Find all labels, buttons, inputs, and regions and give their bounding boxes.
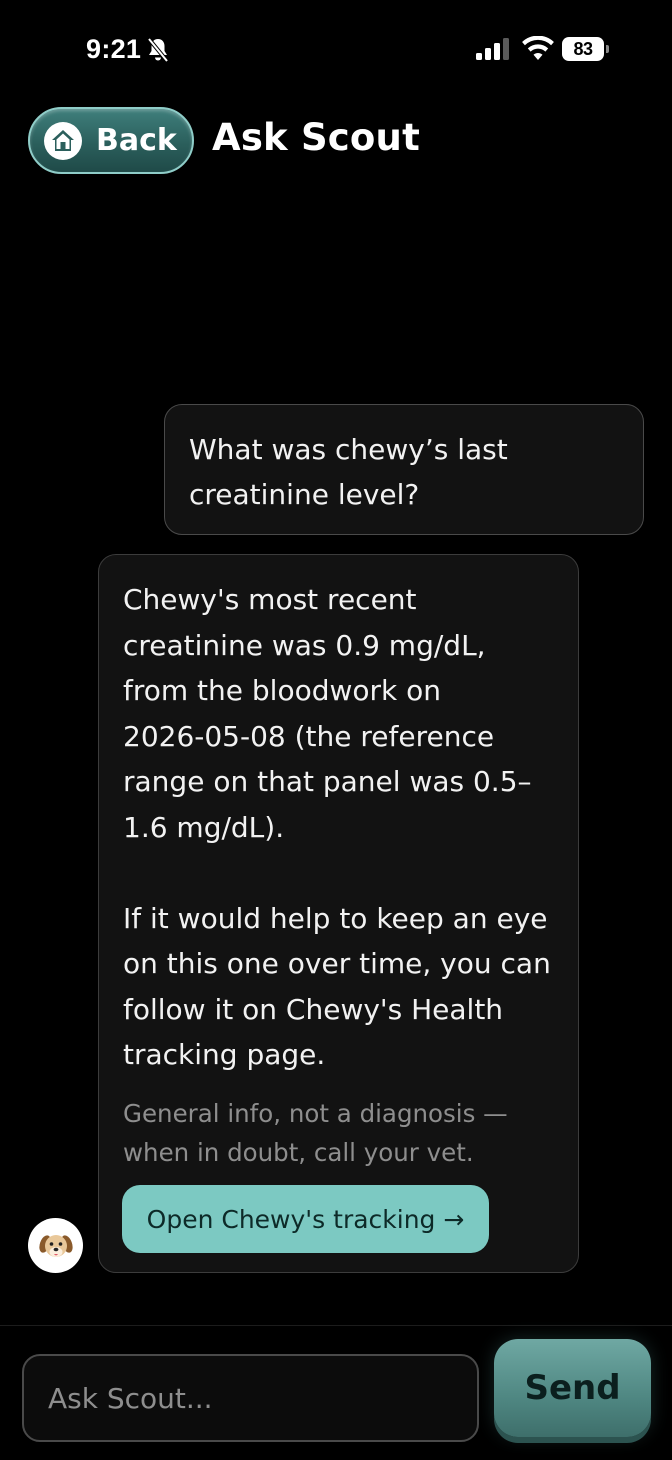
battery-percent: 83 xyxy=(573,38,593,59)
dog-avatar-icon xyxy=(28,1218,83,1273)
assistant-message-paragraph: Chewy's most recent creatinine was 0.9 m… xyxy=(123,583,532,844)
send-button[interactable]: Send xyxy=(494,1339,651,1437)
bell-slash-icon xyxy=(147,37,169,63)
user-message-text: What was chewy’s last creatinine level? xyxy=(189,433,508,511)
assistant-message-paragraph: If it would help to keep an eye on this … xyxy=(123,901,551,1072)
assistant-message-bubble: Chewy's most recent creatinine was 0.9 m… xyxy=(98,554,579,1273)
disclaimer-text: General info, not a diagnosis — when in … xyxy=(123,1098,508,1167)
wifi-icon xyxy=(522,36,554,60)
chat-screen: 9:21 83 Back Ask Scout What was chewy’s … xyxy=(0,0,672,1460)
page-title: Ask Scout xyxy=(212,116,420,159)
chat-input[interactable] xyxy=(22,1354,479,1442)
status-bar: 9:21 83 xyxy=(0,0,672,100)
open-tracking-button[interactable]: Open Chewy's tracking → xyxy=(122,1185,489,1253)
user-message-bubble: What was chewy’s last creatinine level? xyxy=(164,404,644,535)
signal-icon xyxy=(476,38,509,60)
back-label: Back xyxy=(96,123,177,158)
battery-icon: 83 xyxy=(562,37,610,61)
home-icon xyxy=(44,121,82,160)
battery-level: 83 xyxy=(562,37,604,61)
status-time: 9:21 xyxy=(86,34,142,64)
composer-divider xyxy=(0,1325,672,1326)
back-button[interactable]: Back xyxy=(28,107,194,174)
battery-tip xyxy=(606,45,609,53)
